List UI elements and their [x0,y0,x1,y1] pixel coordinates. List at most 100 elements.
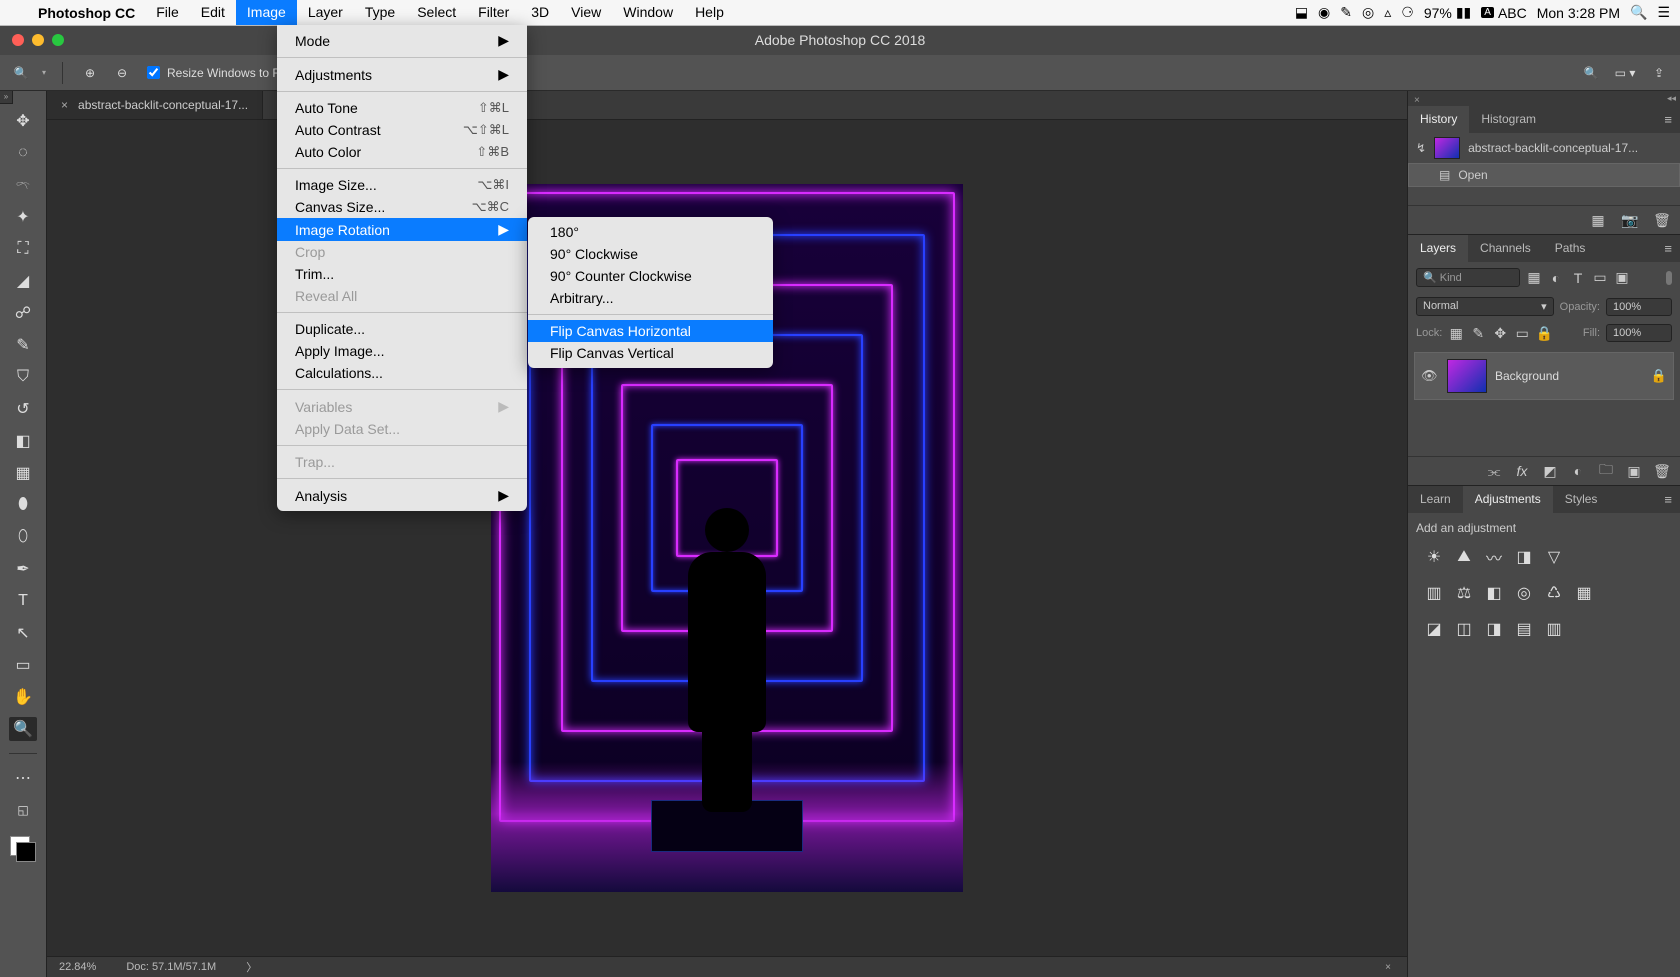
mi-canvas-size[interactable]: Canvas Size...⌥⌘C [277,196,527,218]
tab-layers[interactable]: Layers [1408,235,1468,262]
menu-view[interactable]: View [560,0,612,25]
filter-shape-icon[interactable]: ▭ [1592,270,1608,286]
workspace-icon[interactable]: ▭ ▾ [1614,62,1636,84]
mi-calculations[interactable]: Calculations... [277,362,527,384]
input-source[interactable]: AABC [1481,5,1526,21]
layer-thumb[interactable] [1447,359,1487,393]
fx-icon[interactable]: fx [1514,463,1530,479]
circle-icon[interactable]: ◉ [1318,4,1330,21]
document-tab[interactable]: × abstract-backlit-conceptual-17... [47,91,263,119]
filter-type-icon[interactable]: T [1570,270,1586,286]
share-icon[interactable]: ⇪ [1648,62,1670,84]
history-brush-tool[interactable]: ↺ [9,397,37,421]
adj-mixer-icon[interactable]: ♺ [1544,583,1564,603]
status-doc[interactable]: Doc: 57.1M/57.1M [126,961,216,973]
dropbox-icon[interactable]: ⬓ [1295,4,1308,21]
new-layer-icon[interactable]: ▣ [1626,463,1642,479]
lock-all-icon[interactable]: 🔒 [1536,325,1552,341]
airplay-icon[interactable]: ▵ [1384,4,1391,21]
layer-lock-icon[interactable]: 🔒 [1651,368,1667,384]
menu-select[interactable]: Select [406,0,467,25]
layer-visibility-icon[interactable]: 👁 [1421,368,1439,384]
adj-exposure-icon[interactable]: ◨ [1514,547,1534,567]
tab-adjustments[interactable]: Adjustments [1463,486,1553,513]
resize-windows-check[interactable] [147,66,160,79]
mi-image-size[interactable]: Image Size...⌥⌘I [277,174,527,196]
hand-tool[interactable]: ✋ [9,685,37,709]
adj-hue-icon[interactable]: ▥ [1424,583,1444,603]
spotlight-icon[interactable]: 🔍 [1630,4,1647,21]
mi-apply-image[interactable]: Apply Image... [277,340,527,362]
filter-toggle[interactable] [1666,271,1672,285]
adj-gradient-map-icon[interactable]: ▤ [1514,619,1534,639]
adj-bw-icon[interactable]: ◧ [1484,583,1504,603]
adj-photo-filter-icon[interactable]: ◎ [1514,583,1534,603]
menu-file[interactable]: File [145,0,190,25]
mi-rotate-arbitrary[interactable]: Arbitrary... [528,287,773,309]
panel-menu-icon[interactable]: ≡ [1656,106,1680,133]
expand-panels-icon[interactable]: » [0,91,13,104]
zoom-tool[interactable]: 🔍 [9,717,37,741]
layer-name[interactable]: Background [1495,369,1643,383]
app-name[interactable]: Photoshop CC [28,5,145,21]
filter-pixel-icon[interactable]: ▦ [1526,270,1542,286]
mi-auto-color[interactable]: Auto Color⇧⌘B [277,141,527,163]
lock-position-icon[interactable]: ✥ [1492,325,1508,341]
zoom-in-icon[interactable]: ⊕ [79,62,101,84]
trash-icon[interactable]: 🗑 [1654,212,1670,228]
adj-selective-color-icon[interactable]: ▥ [1544,619,1564,639]
wifi-icon[interactable]: ⚆ [1401,4,1414,21]
mask-icon[interactable]: ◩ [1542,463,1558,479]
mi-adjustments[interactable]: Adjustments▶ [277,63,527,86]
adj-lut-icon[interactable]: ▦ [1574,583,1594,603]
layer-background[interactable]: 👁 Background 🔒 [1414,352,1674,400]
new-doc-from-state-icon[interactable]: ▦ [1590,212,1606,228]
lock-paint-icon[interactable]: ✎ [1470,325,1486,341]
filter-smart-icon[interactable]: ▣ [1614,270,1630,286]
adj-levels-icon[interactable]: ⛰ [1454,547,1474,567]
brush-tool[interactable]: ✎ [9,333,37,357]
crop-tool[interactable]: ⛶ [9,237,37,261]
mi-duplicate[interactable]: Duplicate... [277,318,527,340]
snapshot-icon[interactable]: 📷 [1622,212,1638,228]
blend-mode-select[interactable]: Normal ▾ [1416,297,1554,316]
tab-learn[interactable]: Learn [1408,486,1463,513]
panel-menu-icon[interactable]: ≡ [1656,486,1680,513]
resize-windows-checkbox[interactable]: Resize Windows to Fi [143,63,282,82]
blur-tool[interactable]: ⬮ [9,493,37,517]
close-tab-icon[interactable]: × [61,98,68,112]
status-zoom[interactable]: 22.84% [59,961,96,973]
tab-styles[interactable]: Styles [1553,486,1610,513]
color-swatches[interactable] [10,836,36,862]
adj-threshold-icon[interactable]: ◨ [1484,619,1504,639]
stamp-tool[interactable]: ⛉ [9,365,37,389]
adj-vibrance-icon[interactable]: ▽ [1544,547,1564,567]
lock-transparent-icon[interactable]: ▦ [1448,325,1464,341]
marquee-tool[interactable]: ◌ [9,141,37,165]
mi-flip-vertical[interactable]: Flip Canvas Vertical [528,342,773,364]
menu-layer[interactable]: Layer [297,0,354,25]
history-state-open[interactable]: ▤ Open [1408,163,1680,187]
timeline-close-icon[interactable]: × [1381,960,1395,975]
eraser-tool[interactable]: ◧ [9,429,37,453]
gradient-tool[interactable]: ▦ [9,461,37,485]
fill-value[interactable]: 100% [1606,324,1672,342]
lock-artboard-icon[interactable]: ▭ [1514,325,1530,341]
menu-help[interactable]: Help [684,0,735,25]
mi-trim[interactable]: Trim... [277,263,527,285]
mi-flip-horizontal[interactable]: Flip Canvas Horizontal [528,320,773,342]
group-icon[interactable]: 🗀 [1598,463,1614,479]
panel-close-icon[interactable]: × [1408,93,1426,108]
tab-channels[interactable]: Channels [1468,235,1543,262]
shape-tool[interactable]: ▭ [9,653,37,677]
adj-posterize-icon[interactable]: ◫ [1454,619,1474,639]
tab-paths[interactable]: Paths [1543,235,1598,262]
menubar-clock[interactable]: Mon 3:28 PM [1537,5,1620,21]
opacity-value[interactable]: 100% [1606,298,1672,316]
search-icon[interactable]: 🔍 [1580,62,1602,84]
path-select-tool[interactable]: ↖ [9,621,37,645]
menu-type[interactable]: Type [354,0,406,25]
adjustment-layer-icon[interactable]: ◐ [1570,463,1586,479]
healing-tool[interactable]: ☍ [9,301,37,325]
type-tool[interactable]: T [9,589,37,613]
